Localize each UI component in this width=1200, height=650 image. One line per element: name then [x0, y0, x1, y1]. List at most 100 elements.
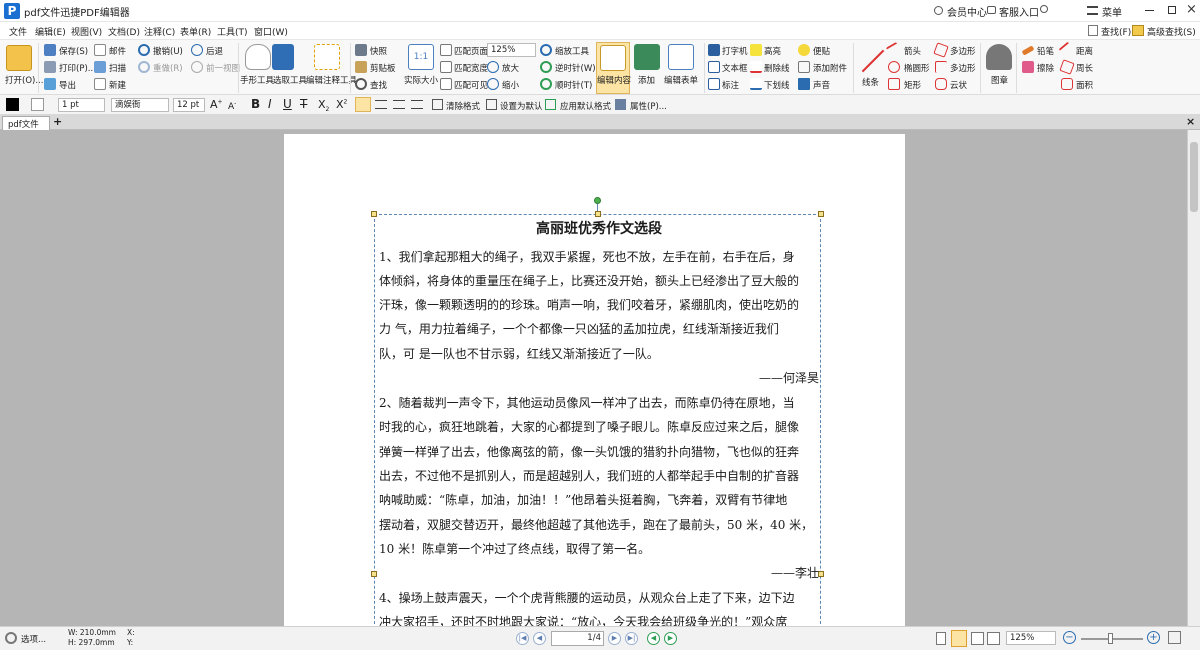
fill-color-swatch[interactable]: [31, 98, 44, 111]
superscript-icon[interactable]: X2: [336, 98, 347, 111]
zoom-tool-button[interactable]: 缩放工具: [555, 45, 589, 57]
align-left-icon[interactable]: [355, 97, 371, 112]
font-size-select[interactable]: 12 pt: [173, 98, 205, 112]
line-button[interactable]: 线条: [862, 76, 879, 88]
page-number-input[interactable]: 1/4: [551, 631, 604, 646]
apply-default-button[interactable]: 应用默认格式: [560, 100, 611, 112]
ellipse-button[interactable]: 椭圆形: [904, 62, 930, 74]
zoom-slider-thumb[interactable]: [1108, 633, 1113, 644]
zoom-in-status-icon[interactable]: +: [1147, 631, 1160, 644]
new-button[interactable]: 新建: [109, 79, 126, 91]
polygon-button[interactable]: 多边形: [950, 45, 976, 57]
actual-size-button[interactable]: 实际大小: [404, 74, 438, 86]
status-zoom-select[interactable]: 125%: [1006, 631, 1056, 645]
menu-form[interactable]: 表单(R): [180, 25, 211, 38]
textbox-button[interactable]: 文本框: [722, 62, 748, 74]
menu-edit[interactable]: 编辑(E): [35, 25, 66, 38]
fullscreen-icon[interactable]: [1168, 631, 1181, 644]
eraser-button[interactable]: 擦除: [1037, 62, 1054, 74]
note-button[interactable]: 便贴: [813, 45, 830, 57]
add-button[interactable]: 添加: [638, 74, 655, 86]
font-family-select[interactable]: 滴娱衙: [111, 98, 169, 112]
pencil-button[interactable]: 铅笔: [1037, 45, 1054, 57]
menu-document[interactable]: 文档(D): [108, 25, 140, 38]
continuous-facing-icon[interactable]: [987, 632, 1000, 645]
perimeter-button[interactable]: 周长: [1076, 62, 1093, 74]
back-button[interactable]: 后退: [206, 45, 223, 57]
resize-handle-ml[interactable]: [371, 571, 377, 577]
find-tool-button[interactable]: 查找: [370, 79, 387, 91]
rectangle-button[interactable]: 矩形: [904, 79, 921, 91]
undo-button[interactable]: 撤销(U): [153, 45, 183, 57]
menu-file[interactable]: 文件: [9, 25, 27, 38]
align-center-icon[interactable]: [375, 100, 387, 109]
fit-page-button[interactable]: 匹配页面: [454, 45, 488, 57]
arrow-button[interactable]: 箭头: [904, 45, 921, 57]
minimize-icon[interactable]: [1145, 10, 1154, 11]
zoom-select[interactable]: 125%: [487, 43, 536, 57]
edit-form-button[interactable]: 编辑表单: [664, 74, 698, 86]
zoom-out-status-icon[interactable]: −: [1063, 631, 1076, 644]
strikethrough-button[interactable]: 删除线: [764, 62, 790, 74]
clear-format-button[interactable]: 清除格式: [446, 100, 480, 112]
underline-button[interactable]: 下划线: [764, 79, 790, 91]
scan-button[interactable]: 扫描: [109, 62, 126, 74]
first-page-icon[interactable]: |◀: [516, 632, 529, 645]
typewriter-button[interactable]: 打字机: [722, 45, 748, 57]
select-tool-button[interactable]: 选取工具: [273, 74, 307, 86]
properties-button[interactable]: 属性(P)...: [630, 100, 667, 112]
highlight-button[interactable]: 高亮: [764, 45, 781, 57]
back-view-icon[interactable]: ◀: [647, 632, 660, 645]
hand-tool-button[interactable]: 手形工具: [240, 74, 274, 86]
sound-button[interactable]: 声音: [813, 79, 830, 91]
options-button[interactable]: 选项...: [21, 633, 46, 645]
underline-format-icon[interactable]: U: [283, 97, 292, 111]
forward-view-button[interactable]: 前一视图: [206, 62, 240, 74]
menu-window[interactable]: 窗口(W): [254, 25, 288, 38]
area-button[interactable]: 面积: [1076, 79, 1093, 91]
print-button[interactable]: 打印(P)...: [59, 62, 96, 74]
rotate-clockwise-button[interactable]: 顺时针(T): [555, 79, 592, 91]
new-tab-icon[interactable]: +: [53, 115, 62, 128]
polyline-button[interactable]: 多边形: [950, 62, 976, 74]
facing-page-icon[interactable]: [971, 632, 984, 645]
shrink-font-icon[interactable]: A-: [228, 100, 236, 112]
menu-view[interactable]: 视图(V): [71, 25, 102, 38]
stamp-button[interactable]: 图章: [991, 74, 1008, 86]
subscript-icon[interactable]: X2: [318, 98, 329, 113]
forward-view-icon[interactable]: ▶: [664, 632, 677, 645]
justify-icon[interactable]: [411, 100, 423, 109]
prev-page-icon[interactable]: ◀: [533, 632, 546, 645]
callout-button[interactable]: 标注: [722, 79, 739, 91]
find-button[interactable]: 查找(F): [1101, 25, 1131, 38]
resize-handle-tr[interactable]: [818, 211, 824, 217]
fit-visible-button[interactable]: 匹配可见: [454, 79, 488, 91]
resize-handle-tm[interactable]: [595, 211, 601, 217]
member-center-link[interactable]: 会员中心: [947, 4, 987, 19]
save-button[interactable]: 保存(S): [59, 45, 88, 57]
line-width-select[interactable]: 1 pt: [58, 98, 105, 112]
scrollbar-thumb[interactable]: [1190, 142, 1198, 212]
resize-handle-tl[interactable]: [371, 211, 377, 217]
last-page-icon[interactable]: ▶|: [625, 632, 638, 645]
set-default-button[interactable]: 设置为默认: [500, 100, 543, 112]
user-icon[interactable]: [1040, 5, 1048, 13]
align-right-icon[interactable]: [393, 100, 405, 109]
strikethrough-format-icon[interactable]: T: [300, 97, 307, 111]
tab-document[interactable]: pdf文件: [2, 116, 50, 130]
vertical-scrollbar[interactable]: [1187, 130, 1200, 626]
menu-comment[interactable]: 注释(C): [144, 25, 175, 38]
continuous-page-icon[interactable]: [951, 630, 967, 647]
attach-file-button[interactable]: 添加附件: [813, 62, 847, 74]
close-icon[interactable]: ×: [1186, 2, 1197, 17]
menu-tools[interactable]: 工具(T): [217, 25, 248, 38]
service-link[interactable]: 客服入口: [999, 4, 1039, 19]
zoom-in-button[interactable]: 放大: [502, 62, 519, 74]
bold-icon[interactable]: B: [251, 97, 260, 111]
fit-width-button[interactable]: 匹配宽度: [454, 62, 488, 74]
italic-icon[interactable]: I: [268, 97, 272, 111]
grow-font-icon[interactable]: A+: [210, 98, 223, 111]
advanced-find-button[interactable]: 高级查找(S): [1147, 25, 1196, 38]
single-page-icon[interactable]: [936, 632, 946, 645]
zoom-out-button[interactable]: 缩小: [502, 79, 519, 91]
